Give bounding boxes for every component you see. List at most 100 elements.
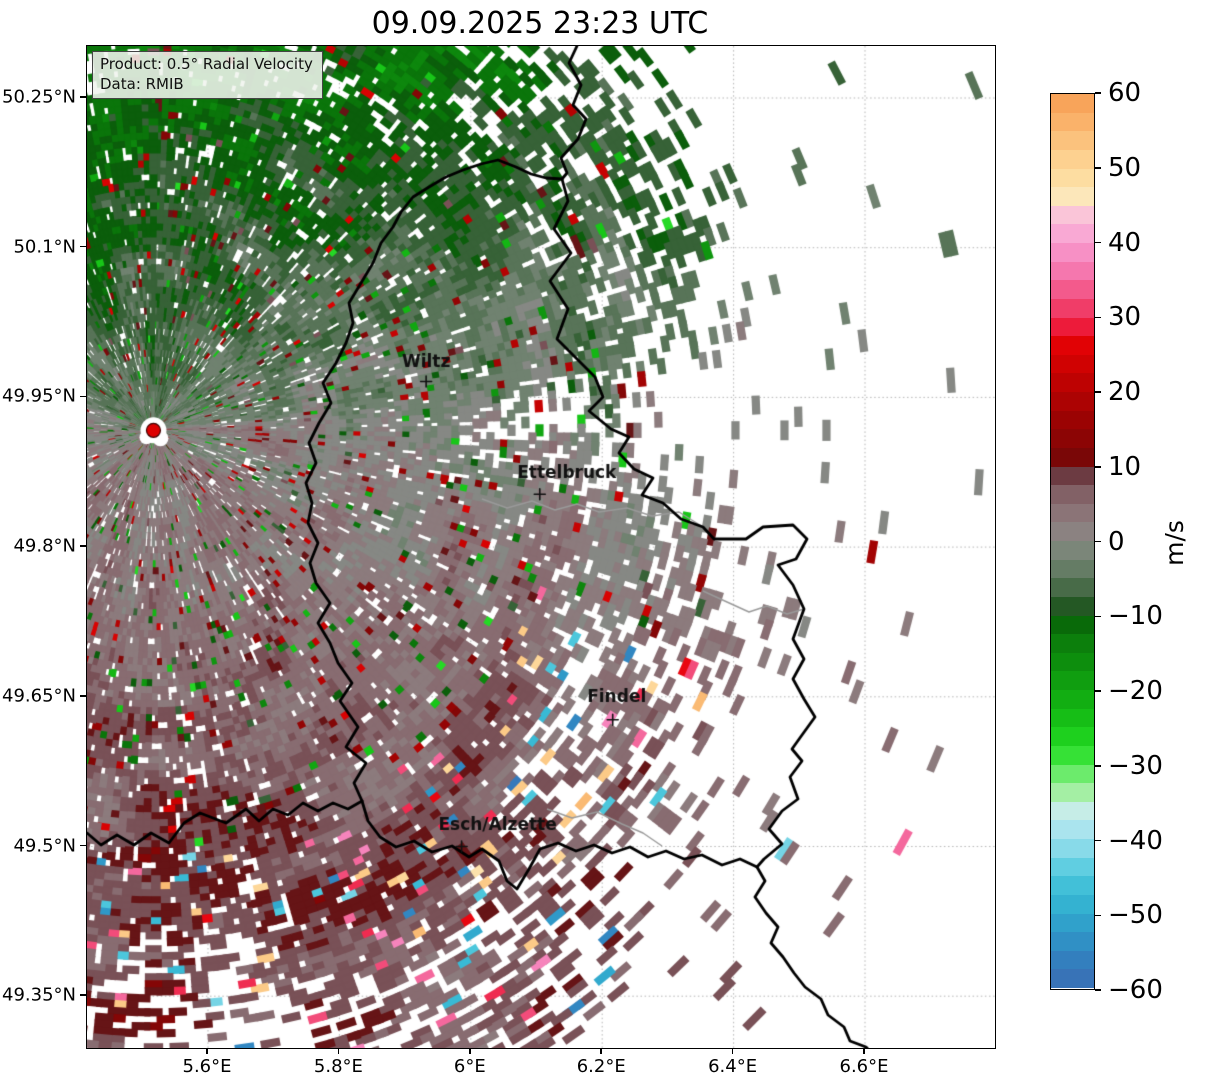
colorbar-tick-label: 40 (1108, 227, 1142, 258)
colorbar-segment (1051, 131, 1094, 150)
y-tick-label: 49.65°N (2, 685, 76, 707)
colorbar-tick-mark (1095, 615, 1101, 617)
colorbar-segment (1051, 224, 1094, 243)
product-label: Product: 0.5° Radial Velocity (100, 55, 313, 73)
colorbar-segment (1051, 392, 1094, 411)
colorbar-segment (1051, 801, 1094, 821)
y-tick-mark (80, 545, 86, 547)
colorbar (1050, 93, 1095, 990)
figure-title: 09.09.2025 23:23 UTC (371, 6, 709, 41)
colorbar-segment (1051, 261, 1094, 281)
colorbar-segment (1051, 783, 1094, 802)
colorbar-tick-mark (1095, 540, 1101, 543)
radar-figure: 09.09.2025 23:23 UTC Product: 0.5° Radia… (0, 0, 1207, 1081)
colorbar-tick-label: 30 (1108, 302, 1142, 333)
colorbar-segment (1051, 522, 1094, 541)
colorbar-segment (1051, 708, 1094, 728)
colorbar-segment (1051, 913, 1094, 933)
x-tick-label: 6.4°E (708, 1056, 758, 1077)
colorbar-tick-mark (1095, 914, 1101, 916)
colorbar-segment (1051, 857, 1094, 877)
colorbar-tick-label: 50 (1108, 152, 1142, 183)
y-tick-label: 49.95°N (2, 385, 76, 407)
colorbar-tick-mark (1095, 765, 1101, 767)
x-tick-mark (600, 1048, 602, 1054)
y-tick-label: 50.1°N (13, 236, 76, 258)
product-info-box: Product: 0.5° Radial Velocity Data: RMIB (92, 51, 323, 99)
colorbar-segment (1051, 447, 1094, 467)
colorbar-segment (1051, 578, 1094, 597)
colorbar-tick-mark (1095, 989, 1101, 991)
colorbar-tick-mark (1095, 316, 1101, 318)
colorbar-segment (1051, 280, 1094, 299)
colorbar-segment (1051, 298, 1094, 318)
colorbar-tick-label: −30 (1108, 750, 1163, 781)
colorbar-segment (1051, 559, 1094, 579)
colorbar-segment (1051, 541, 1094, 560)
x-tick-mark (863, 1048, 865, 1054)
colorbar-segment (1051, 950, 1094, 970)
colorbar-segment (1051, 596, 1094, 616)
colorbar-segment (1051, 894, 1094, 914)
colorbar-segment (1051, 429, 1094, 448)
colorbar-segment (1051, 876, 1094, 895)
y-tick-mark (80, 695, 86, 697)
colorbar-segment (1051, 820, 1094, 839)
y-tick-label: 49.5°N (13, 835, 76, 856)
colorbar-segment (1051, 503, 1094, 523)
colorbar-tick-mark (1095, 466, 1101, 468)
colorbar-tick-label: −10 (1108, 601, 1163, 632)
colorbar-segment (1051, 187, 1094, 206)
y-tick-mark (80, 844, 86, 847)
colorbar-segment (1051, 205, 1094, 225)
x-tick-mark (731, 1048, 734, 1054)
map-axes: Product: 0.5° Radial Velocity Data: RMIB (86, 45, 996, 1049)
colorbar-tick-mark (1095, 241, 1101, 244)
colorbar-tick-mark (1095, 690, 1101, 692)
colorbar-tick-label: −20 (1108, 676, 1163, 706)
colorbar-unit-label: m/s (1160, 520, 1189, 566)
colorbar-segment (1051, 839, 1094, 858)
colorbar-segment (1051, 932, 1094, 951)
colorbar-segment (1051, 969, 1094, 988)
colorbar-tick-mark (1095, 167, 1101, 169)
y-tick-label: 49.35°N (2, 984, 76, 1006)
radar-map-canvas (87, 46, 995, 1048)
x-tick-label: 5.8°E (313, 1056, 363, 1077)
colorbar-tick-mark (1095, 92, 1101, 94)
colorbar-tick-mark (1095, 839, 1101, 842)
colorbar-segment (1051, 317, 1094, 337)
y-tick-mark (80, 994, 86, 996)
colorbar-tick-label: −60 (1108, 975, 1163, 1005)
colorbar-segment (1051, 336, 1094, 355)
colorbar-segment (1051, 485, 1094, 504)
colorbar-segment (1051, 354, 1094, 374)
colorbar-segment (1051, 94, 1094, 113)
colorbar-segment (1051, 690, 1094, 709)
y-tick-mark (80, 395, 86, 398)
colorbar-segment (1051, 243, 1094, 262)
colorbar-segment (1051, 373, 1094, 392)
colorbar-segment (1051, 410, 1094, 430)
colorbar-segment (1051, 764, 1094, 784)
x-tick-label: 5.6°E (182, 1056, 232, 1077)
colorbar-segment (1051, 745, 1094, 765)
colorbar-segment (1051, 168, 1094, 188)
x-tick-mark (206, 1048, 208, 1054)
colorbar-tick-label: −50 (1108, 900, 1163, 931)
colorbar-tick-label: −40 (1108, 825, 1163, 856)
colorbar-segment (1051, 466, 1094, 486)
x-tick-mark (469, 1048, 471, 1054)
colorbar-segment (1051, 652, 1094, 672)
colorbar-segment (1051, 671, 1094, 690)
data-source-label: Data: RMIB (100, 74, 184, 93)
colorbar-segment (1051, 634, 1094, 653)
colorbar-segment (1051, 149, 1094, 169)
colorbar-tick-label: 60 (1108, 78, 1142, 108)
y-tick-mark (80, 96, 86, 98)
colorbar-tick-mark (1095, 391, 1101, 393)
colorbar-segment (1051, 112, 1094, 132)
colorbar-segment (1051, 615, 1094, 635)
colorbar-tick-label: 0 (1108, 526, 1125, 557)
colorbar-tick-label: 20 (1108, 377, 1142, 407)
